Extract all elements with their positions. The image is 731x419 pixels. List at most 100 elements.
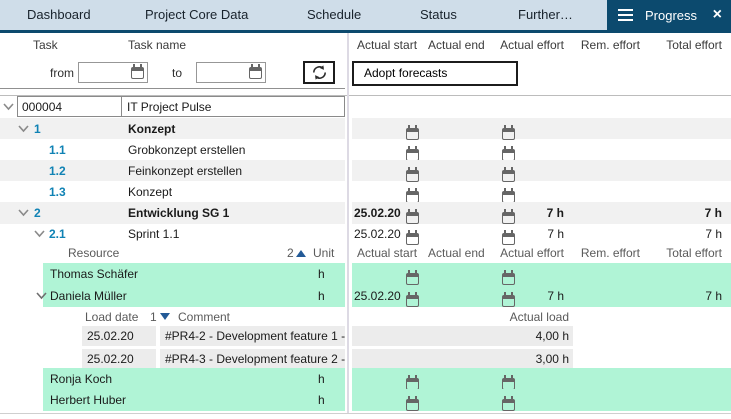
actual-load-value[interactable]: 4,00 h — [352, 326, 573, 346]
task-name[interactable]: Entwicklung SG 1 — [128, 202, 229, 224]
task-number[interactable]: 2 — [34, 202, 41, 224]
col-header-actual-effort[interactable]: Actual effort — [492, 33, 564, 57]
sort-order-number: 1 — [150, 310, 157, 324]
actual-load-value[interactable]: 3,00 h — [352, 349, 573, 368]
actual-start-value[interactable]: 25.02.20 — [354, 285, 401, 307]
task-row: 1.3 Konzept — [0, 181, 731, 202]
filter-from-field[interactable] — [81, 64, 129, 81]
filter-to-field[interactable] — [199, 64, 247, 81]
col-header-rem-effort[interactable]: Rem. effort — [564, 33, 640, 57]
actual-start-value[interactable]: 25.02.20 — [354, 202, 401, 224]
resource-row: Herbert Huber h — [0, 389, 731, 411]
col-header-actual-load[interactable]: Actual load — [352, 307, 573, 326]
refresh-button[interactable] — [303, 61, 335, 84]
col-header-rem-effort[interactable]: Rem. effort — [564, 243, 640, 263]
filter-row-divider — [0, 88, 345, 89]
calendar-icon[interactable] — [131, 67, 144, 79]
calendar-icon[interactable] — [406, 295, 419, 307]
actual-effort-value: 7 h — [492, 285, 564, 307]
calendar-icon[interactable] — [406, 399, 419, 411]
calendar-icon[interactable] — [406, 170, 419, 182]
chevron-down-icon[interactable] — [3, 103, 14, 111]
task-number[interactable]: 1 — [34, 118, 41, 139]
calendar-icon[interactable] — [502, 170, 515, 182]
resource-row: Daniela Müller h 25.02.20 7 h 7 h — [0, 285, 731, 307]
col-header-task-name[interactable]: Task name — [128, 33, 186, 57]
task-number[interactable]: 1.2 — [49, 160, 66, 181]
sort-indicator[interactable]: 2 — [287, 243, 306, 263]
resource-name[interactable]: Herbert Huber — [50, 389, 126, 411]
resource-name[interactable]: Thomas Schäfer — [50, 263, 138, 285]
chevron-down-icon[interactable] — [34, 230, 45, 238]
adopt-forecasts-button[interactable]: Adopt forecasts — [352, 61, 518, 86]
calendar-icon[interactable] — [502, 191, 515, 203]
col-header-task[interactable]: Task — [33, 33, 58, 57]
calendar-icon[interactable] — [406, 128, 419, 140]
task-number[interactable]: 1.3 — [49, 181, 66, 202]
resource-header-row: Resource 2 Unit Actual start Actual end … — [0, 243, 731, 263]
actual-start-value[interactable]: 25.02.20 — [354, 224, 401, 243]
col-header-actual-start[interactable]: Actual start — [357, 33, 417, 57]
tab-project-core-data[interactable]: Project Core Data — [145, 0, 248, 30]
calendar-icon[interactable] — [502, 399, 515, 411]
task-name[interactable]: Grobkonzept erstellen — [128, 139, 245, 160]
tab-dashboard[interactable]: Dashboard — [27, 0, 91, 30]
task-name[interactable]: Sprint 1.1 — [128, 224, 179, 243]
col-header-actual-end[interactable]: Actual end — [428, 33, 485, 57]
col-header-actual-start[interactable]: Actual start — [357, 243, 417, 263]
hamburger-icon[interactable] — [618, 14, 633, 16]
task-name[interactable]: Feinkonzept erstellen — [128, 160, 242, 181]
tab-schedule[interactable]: Schedule — [307, 0, 361, 30]
filter-to-input[interactable] — [196, 62, 266, 83]
tab-further[interactable]: Further… — [518, 0, 573, 30]
calendar-icon[interactable] — [406, 191, 419, 203]
col-header-total-effort[interactable]: Total effort — [640, 33, 722, 57]
load-row: 25.02.20 #PR4-3 - Development feature 2 … — [0, 349, 731, 369]
calendar-icon[interactable] — [502, 273, 515, 285]
chevron-down-icon[interactable] — [18, 125, 29, 133]
col-header-resource[interactable]: Resource — [68, 243, 119, 263]
calendar-icon[interactable] — [406, 212, 419, 224]
calendar-icon[interactable] — [502, 128, 515, 140]
tab-progress-active[interactable]: Progress × — [607, 0, 731, 30]
load-date-value[interactable]: 25.02.20 — [82, 326, 156, 346]
filter-to-label: to — [172, 62, 182, 84]
calendar-icon[interactable] — [406, 149, 419, 161]
project-name-input[interactable]: IT Project Pulse — [121, 96, 345, 117]
total-effort-value: 7 h — [640, 285, 722, 307]
col-header-load-date[interactable]: Load date — [85, 307, 138, 326]
tab-progress-label: Progress — [645, 8, 697, 23]
chevron-down-icon[interactable] — [18, 209, 29, 217]
calendar-icon[interactable] — [249, 67, 262, 79]
calendar-icon[interactable] — [502, 149, 515, 161]
col-header-comment[interactable]: Comment — [178, 307, 230, 326]
load-comment-value[interactable]: #PR4-2 - Development feature 1 - — [160, 326, 345, 346]
project-id-input[interactable]: 000004 — [17, 96, 122, 117]
task-number[interactable]: 2.1 — [49, 224, 66, 243]
col-header-unit[interactable]: Unit — [313, 243, 334, 263]
resource-name[interactable]: Ronja Koch — [50, 368, 112, 389]
filter-from-input[interactable] — [78, 62, 148, 83]
col-header-total-effort[interactable]: Total effort — [640, 243, 722, 263]
sort-indicator[interactable]: 1 — [150, 307, 170, 326]
calendar-icon[interactable] — [406, 378, 419, 390]
resource-unit: h — [318, 285, 325, 307]
load-date-value[interactable]: 25.02.20 — [82, 349, 156, 368]
calendar-icon[interactable] — [502, 378, 515, 390]
calendar-icon[interactable] — [406, 273, 419, 285]
tab-status[interactable]: Status — [420, 0, 457, 30]
close-icon[interactable]: × — [713, 7, 722, 23]
resource-unit: h — [318, 263, 325, 285]
triangle-up-icon — [296, 250, 306, 257]
col-header-actual-end[interactable]: Actual end — [428, 243, 485, 263]
filter-from-label: from — [50, 62, 74, 84]
resource-name[interactable]: Daniela Müller — [50, 285, 127, 307]
chevron-down-icon[interactable] — [36, 292, 47, 300]
load-row: 25.02.20 #PR4-2 - Development feature 1 … — [0, 326, 731, 347]
task-name[interactable]: Konzept — [128, 118, 175, 139]
task-name[interactable]: Konzept — [128, 181, 172, 202]
task-number[interactable]: 1.1 — [49, 139, 66, 160]
col-header-actual-effort[interactable]: Actual effort — [492, 243, 564, 263]
project-row: 000004 IT Project Pulse — [0, 96, 731, 118]
load-comment-value[interactable]: #PR4-3 - Development feature 2 - — [160, 349, 345, 368]
